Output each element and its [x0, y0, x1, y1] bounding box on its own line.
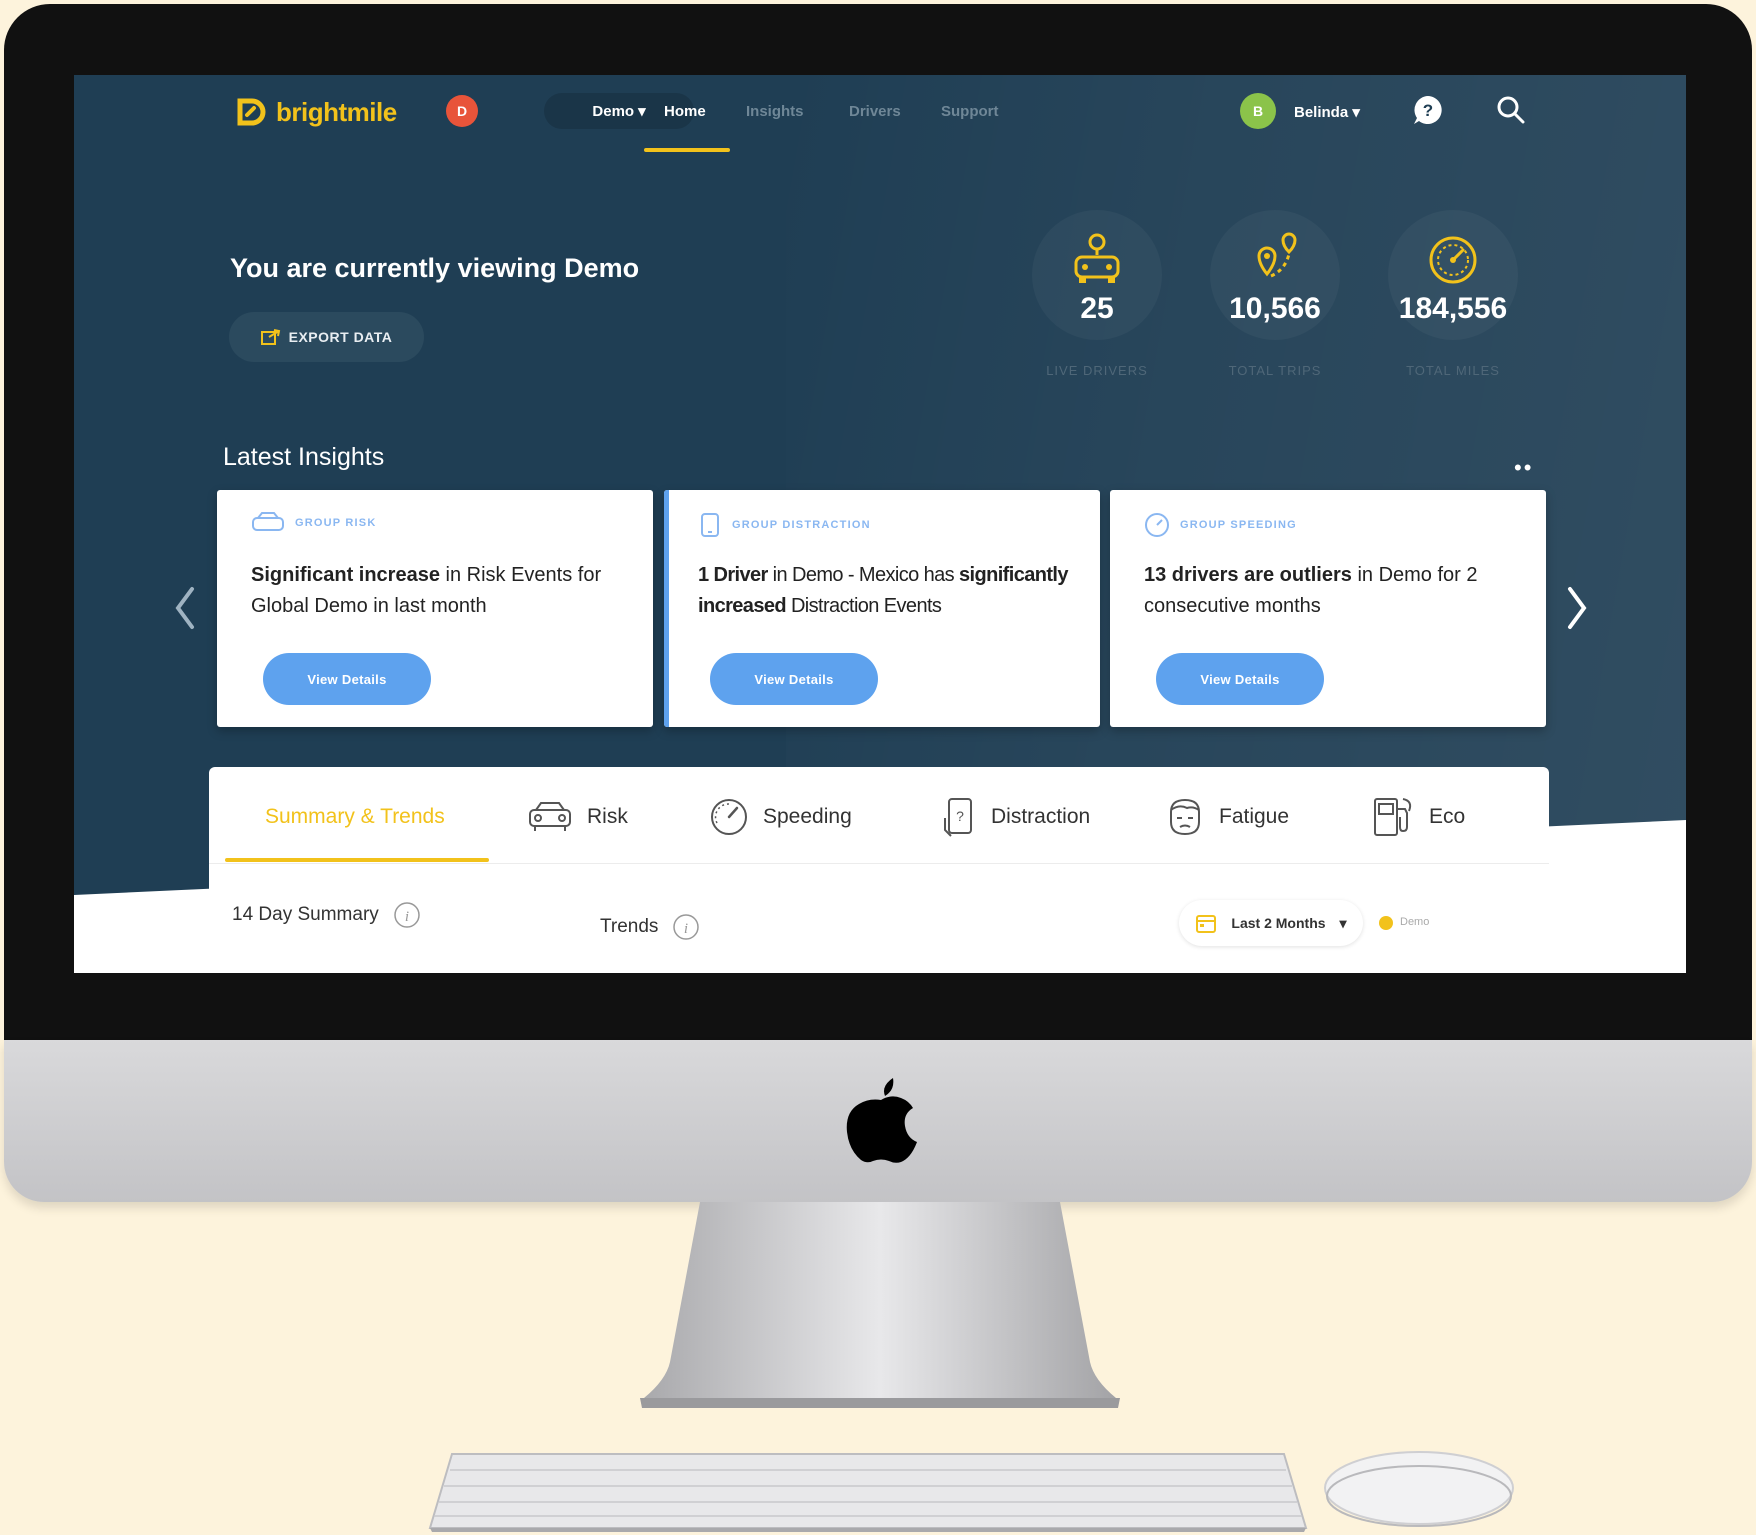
chevron-down-icon: ▾: [1339, 914, 1347, 931]
svg-text:i: i: [405, 909, 409, 925]
user-menu[interactable]: Belinda ▾: [1294, 103, 1360, 121]
brand-name: brightmile: [276, 96, 397, 127]
view-details-button[interactable]: View Details: [1156, 653, 1324, 705]
tab-label: Distraction: [991, 805, 1091, 828]
tab-label: Risk: [587, 805, 628, 828]
top-nav: brightmile D Demo ▾ Home Insights Driver…: [74, 75, 1686, 153]
tab-label: Fatigue: [1219, 805, 1290, 828]
insight-card-group-distraction[interactable]: GROUP DISTRACTION 1 Driver in Demo - Mex…: [664, 490, 1100, 727]
speedometer-icon: [1429, 236, 1477, 284]
mouse: [1324, 1451, 1514, 1527]
brand-logo[interactable]: brightmile: [234, 95, 397, 129]
nav-home[interactable]: Home: [664, 103, 706, 120]
tab-label: Eco: [1429, 805, 1466, 828]
org-avatar[interactable]: D: [446, 95, 478, 127]
insight-card-group-speeding[interactable]: GROUP SPEEDING 13 drivers are outliers i…: [1110, 490, 1546, 727]
tab-fatigue[interactable]: Fatigue: [1165, 789, 1289, 845]
stat-label: TOTAL TRIPS: [1228, 363, 1322, 378]
svg-text:?: ?: [956, 808, 964, 824]
carousel-next-arrow-icon[interactable]: [1562, 583, 1592, 633]
card-body: in Demo - Mexico has: [767, 564, 960, 586]
calendar-icon: [1196, 915, 1217, 933]
brightmile-logo-icon: [237, 98, 266, 126]
page-title: You are currently viewing Demo: [230, 253, 640, 283]
carousel-prev-arrow-icon[interactable]: [170, 583, 200, 633]
more-options-icon[interactable]: ••: [1514, 455, 1533, 481]
card-message: 1 Driver in Demo - Mexico has significan…: [698, 560, 1078, 622]
export-data-button[interactable]: EXPORT DATA: [229, 312, 424, 362]
legend-swatch: [1379, 916, 1393, 930]
card-accent: [664, 490, 669, 727]
car-icon: [529, 802, 571, 831]
fuel-pump-icon: [1374, 798, 1412, 836]
section-title: Latest Insights: [223, 443, 385, 471]
export-icon: [260, 329, 280, 345]
speed-icon: [1145, 513, 1169, 537]
card-tag-label: GROUP RISK: [295, 517, 377, 529]
search-icon[interactable]: [1496, 95, 1526, 125]
user-name: Belinda: [1294, 104, 1349, 121]
tab-label: Summary & Trends: [265, 805, 445, 828]
tired-face-icon: [1170, 798, 1200, 836]
phone-distraction-icon: ?: [944, 798, 972, 837]
apple-logo-icon: [846, 1078, 917, 1163]
route-icon: [1257, 232, 1297, 278]
summary-label: 14 Day Summary: [232, 904, 379, 925]
tab-eco[interactable]: Eco: [1371, 789, 1465, 845]
date-range-label: Last 2 Months: [1231, 915, 1326, 931]
stat-value: 184,556: [1398, 292, 1508, 325]
tab-distraction[interactable]: ? Distraction: [941, 789, 1090, 845]
speedometer-icon: [711, 799, 747, 835]
card-tag: GROUP SPEEDING: [1144, 512, 1297, 538]
view-details-button[interactable]: View Details: [263, 653, 431, 705]
tabs-divider: [209, 863, 1549, 864]
nav-insights[interactable]: Insights: [746, 103, 804, 120]
summary-heading: 14 Day Summary i: [232, 901, 421, 929]
view-details-button[interactable]: View Details: [710, 653, 878, 705]
info-icon[interactable]: i: [672, 913, 700, 941]
export-data-label: EXPORT DATA: [288, 329, 393, 345]
card-tag-label: GROUP DISTRACTION: [732, 519, 871, 531]
info-icon[interactable]: i: [393, 901, 421, 929]
nav-active-underline: [644, 148, 730, 152]
user-avatar[interactable]: B: [1240, 93, 1276, 129]
legend-label: Demo: [1400, 916, 1430, 928]
date-range-select[interactable]: Last 2 Months ▾: [1179, 900, 1363, 946]
tab-label: Speeding: [763, 805, 852, 828]
tab-risk[interactable]: Risk: [527, 789, 628, 845]
tab-speeding[interactable]: Speeding: [709, 789, 852, 845]
keyboard: [428, 1453, 1308, 1532]
card-highlight: Significant increase: [251, 564, 440, 586]
chevron-down-icon: ▾: [1352, 104, 1360, 121]
insight-card-group-risk[interactable]: GROUP RISK Significant increase in Risk …: [217, 490, 653, 727]
stat-value: 10,566: [1229, 292, 1321, 325]
help-chat-icon[interactable]: ?: [1411, 93, 1445, 127]
org-select-label: Demo: [592, 102, 635, 120]
card-message: 13 drivers are outliers in Demo for 2 co…: [1144, 560, 1524, 622]
svg-text:?: ?: [1423, 101, 1433, 120]
stat-value: 25: [1080, 292, 1114, 325]
app-screen: brightmile D Demo ▾ Home Insights Driver…: [74, 75, 1686, 973]
card-tag: GROUP RISK: [251, 512, 376, 534]
svg-text:i: i: [684, 921, 688, 937]
card-body: Distraction Events: [786, 595, 942, 617]
card-message: Significant increase in Risk Events for …: [251, 560, 631, 622]
phone-icon: [701, 513, 719, 537]
car-icon: [252, 512, 284, 531]
car-pin-icon: [1074, 233, 1120, 283]
stat-label: LIVE DRIVERS: [1046, 363, 1148, 378]
imac-stand: [640, 1202, 1120, 1408]
card-tag: GROUP DISTRACTION: [698, 512, 871, 538]
tab-active-underline: [225, 858, 489, 862]
nav-drivers[interactable]: Drivers: [849, 103, 901, 120]
nav-support[interactable]: Support: [941, 103, 999, 120]
chevron-down-icon: ▾: [638, 103, 646, 120]
trends-heading: Trends i: [600, 913, 700, 941]
trends-label: Trends: [600, 916, 659, 937]
card-highlight: 1 Driver: [698, 564, 768, 586]
tab-summary-trends[interactable]: Summary & Trends: [265, 789, 445, 845]
card-tag-label: GROUP SPEEDING: [1180, 519, 1297, 531]
card-highlight: 13 drivers are outliers: [1144, 564, 1352, 586]
stat-label: TOTAL MILES: [1406, 363, 1500, 378]
